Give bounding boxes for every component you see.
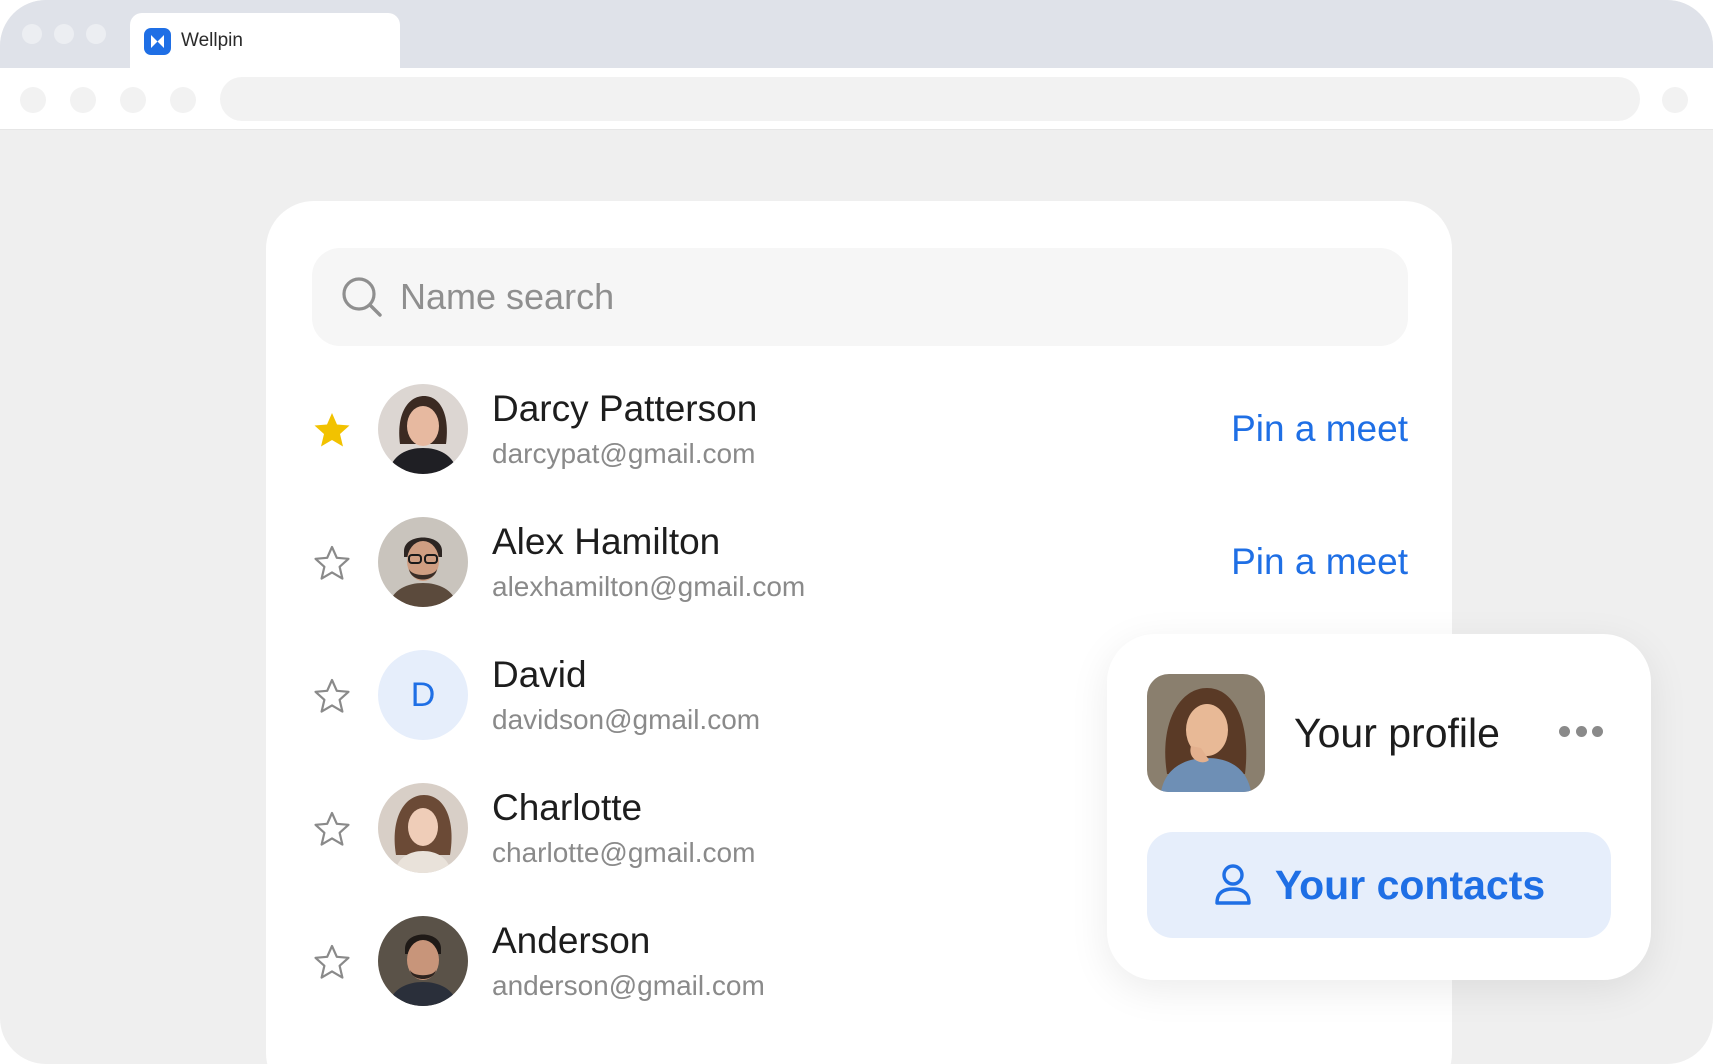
- your-contacts-label: Your contacts: [1274, 861, 1546, 908]
- contact-name: Anderson: [492, 920, 651, 961]
- pin-a-meet-link[interactable]: Pin a meet: [1231, 408, 1408, 450]
- tab-title: Wellpin: [181, 30, 243, 51]
- browser-tab[interactable]: Wellpin: [130, 13, 400, 69]
- contact-email: charlotte@gmail.com: [492, 837, 756, 868]
- profile-avatar[interactable]: [1147, 674, 1265, 792]
- avatar: [378, 916, 468, 1006]
- more-options-icon[interactable]: [1559, 716, 1603, 746]
- window-close-dot[interactable]: [22, 24, 42, 44]
- forward-button[interactable]: [70, 87, 96, 113]
- search-input[interactable]: [400, 276, 1300, 318]
- contact-name: Charlotte: [492, 787, 643, 828]
- contact-name: Alex Hamilton: [492, 521, 721, 562]
- tab-strip: Wellpin: [0, 0, 1713, 69]
- avatar-initial: D: [378, 650, 468, 740]
- window-maximize-dot[interactable]: [86, 24, 106, 44]
- browser-menu-button[interactable]: [1662, 87, 1688, 113]
- user-icon: [1215, 864, 1251, 905]
- star-outline-icon[interactable]: [312, 676, 352, 716]
- contact-email: anderson@gmail.com: [492, 970, 765, 1001]
- search-icon: [342, 277, 382, 317]
- back-button[interactable]: [20, 87, 46, 113]
- contact-email: alexhamilton@gmail.com: [492, 571, 806, 602]
- contact-name: Darcy Patterson: [492, 388, 758, 429]
- reload-button[interactable]: [120, 87, 146, 113]
- contact-email: davidson@gmail.com: [492, 704, 761, 735]
- star-outline-icon[interactable]: [312, 543, 352, 583]
- contact-row[interactable]: Alex Hamilton alexhamilton@gmail.com Pin…: [312, 515, 1408, 611]
- contact-row[interactable]: Darcy Patterson darcypat@gmail.com Pin a…: [312, 382, 1408, 478]
- browser-toolbar: [0, 68, 1713, 130]
- avatar: [378, 783, 468, 873]
- search-bar[interactable]: [312, 248, 1408, 346]
- star-filled-icon[interactable]: [312, 410, 352, 450]
- wellpin-logo-icon: [144, 27, 171, 55]
- star-outline-icon[interactable]: [312, 809, 352, 849]
- profile-popup: Your profile Your contacts: [1107, 634, 1651, 980]
- pin-a-meet-link[interactable]: Pin a meet: [1231, 541, 1408, 583]
- avatar: [378, 384, 468, 474]
- profile-title: Your profile: [1294, 710, 1500, 756]
- star-outline-icon[interactable]: [312, 942, 352, 982]
- contact-name: David: [492, 654, 587, 695]
- home-button[interactable]: [170, 87, 196, 113]
- your-contacts-button[interactable]: Your contacts: [1147, 832, 1611, 938]
- address-bar[interactable]: [220, 77, 1640, 121]
- avatar: [378, 517, 468, 607]
- browser-window: Wellpin Name search Darcy Patterson darc…: [0, 0, 1713, 1064]
- contact-email: darcypat@gmail.com: [492, 438, 756, 469]
- window-minimize-dot[interactable]: [54, 24, 74, 44]
